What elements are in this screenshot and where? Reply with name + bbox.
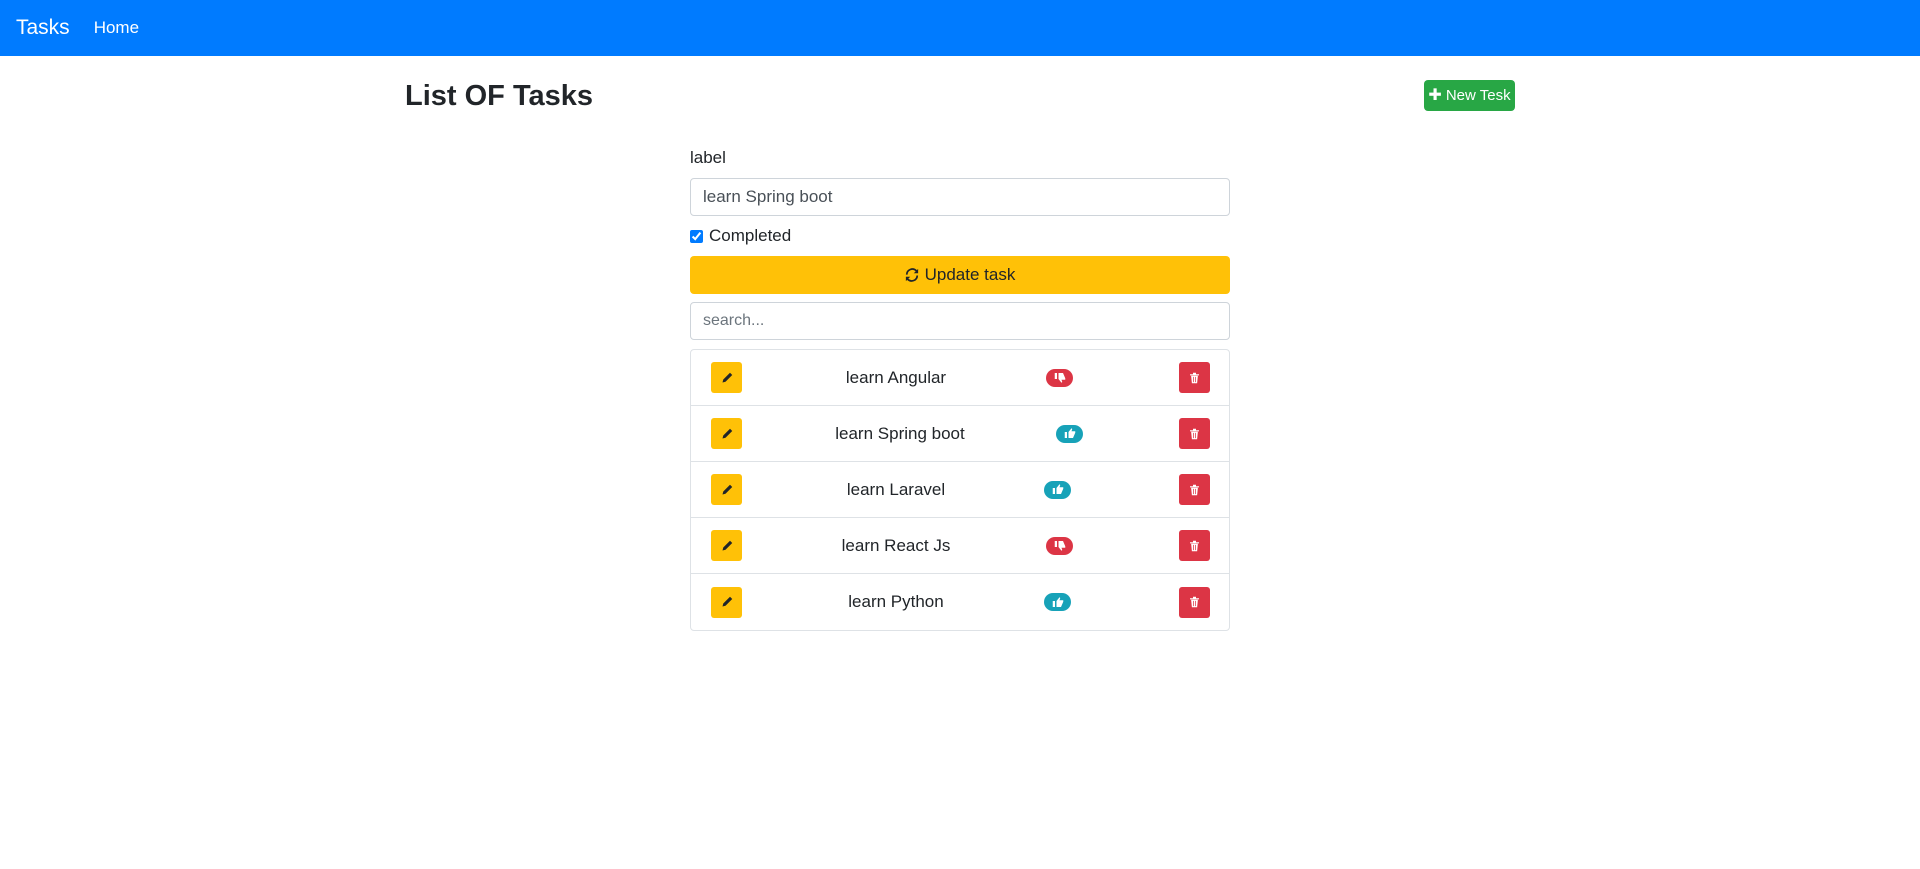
completed-checkbox[interactable] [690,229,703,243]
trash-icon [1190,484,1199,495]
pencil-icon [722,596,732,607]
edit-button[interactable] [711,362,742,393]
edit-button[interactable] [711,530,742,561]
edit-button[interactable] [711,586,742,618]
new-task-button[interactable]: ✚ New Tesk [1424,80,1515,111]
thumbs-down-icon[interactable] [1046,368,1073,387]
task-list: learn Angular learn Spring boot learn La… [690,349,1230,631]
search-input[interactable] [690,302,1230,340]
pencil-icon [722,484,732,494]
trash-icon [1190,372,1199,383]
navbar: Tasks Home [0,0,1920,56]
thumbs-down-icon[interactable] [1046,536,1073,555]
label-field-label: label [690,148,726,167]
trash-icon [1190,428,1199,439]
update-task-button-label: Update task [924,265,1016,284]
pencil-icon [722,428,732,438]
task-row: learn Python [691,574,1229,630]
delete-button[interactable] [1179,362,1210,393]
task-label: learn React Js [841,535,951,555]
nav-link-home[interactable]: Home [94,18,139,38]
completed-checkbox-row: Completed [690,226,791,246]
refresh-icon [905,268,918,282]
trash-icon [1190,596,1199,608]
delete-button[interactable] [1179,418,1210,449]
thumbs-up-icon[interactable] [1044,593,1071,611]
update-task-button[interactable]: Update task [690,256,1230,294]
page-title: List OF Tasks [405,80,594,112]
task-label: learn Python [848,592,944,611]
navbar-brand[interactable]: Tasks [16,16,70,40]
thumbs-up-icon[interactable] [1044,480,1071,499]
pencil-icon [722,540,732,550]
task-row: learn Spring boot [691,406,1229,462]
delete-button[interactable] [1179,530,1210,561]
completed-label: Completed [709,226,792,245]
thumbs-up-icon[interactable] [1056,424,1083,443]
trash-icon [1190,540,1199,551]
edit-button[interactable] [711,474,742,505]
delete-button[interactable] [1179,474,1210,505]
task-row: learn React Js [691,518,1229,574]
edit-button[interactable] [711,418,742,449]
plus-icon: ✚ [1428,86,1442,104]
new-task-button-label: New Tesk [1445,87,1511,104]
task-label: learn Angular [845,367,947,387]
task-label: learn Laravel [846,479,946,499]
label-input[interactable] [690,178,1230,216]
task-row: learn Laravel [691,462,1229,518]
task-label: learn Spring boot [835,423,965,443]
task-row: learn Angular [691,350,1229,406]
pencil-icon [722,372,732,382]
delete-button[interactable] [1179,586,1210,618]
